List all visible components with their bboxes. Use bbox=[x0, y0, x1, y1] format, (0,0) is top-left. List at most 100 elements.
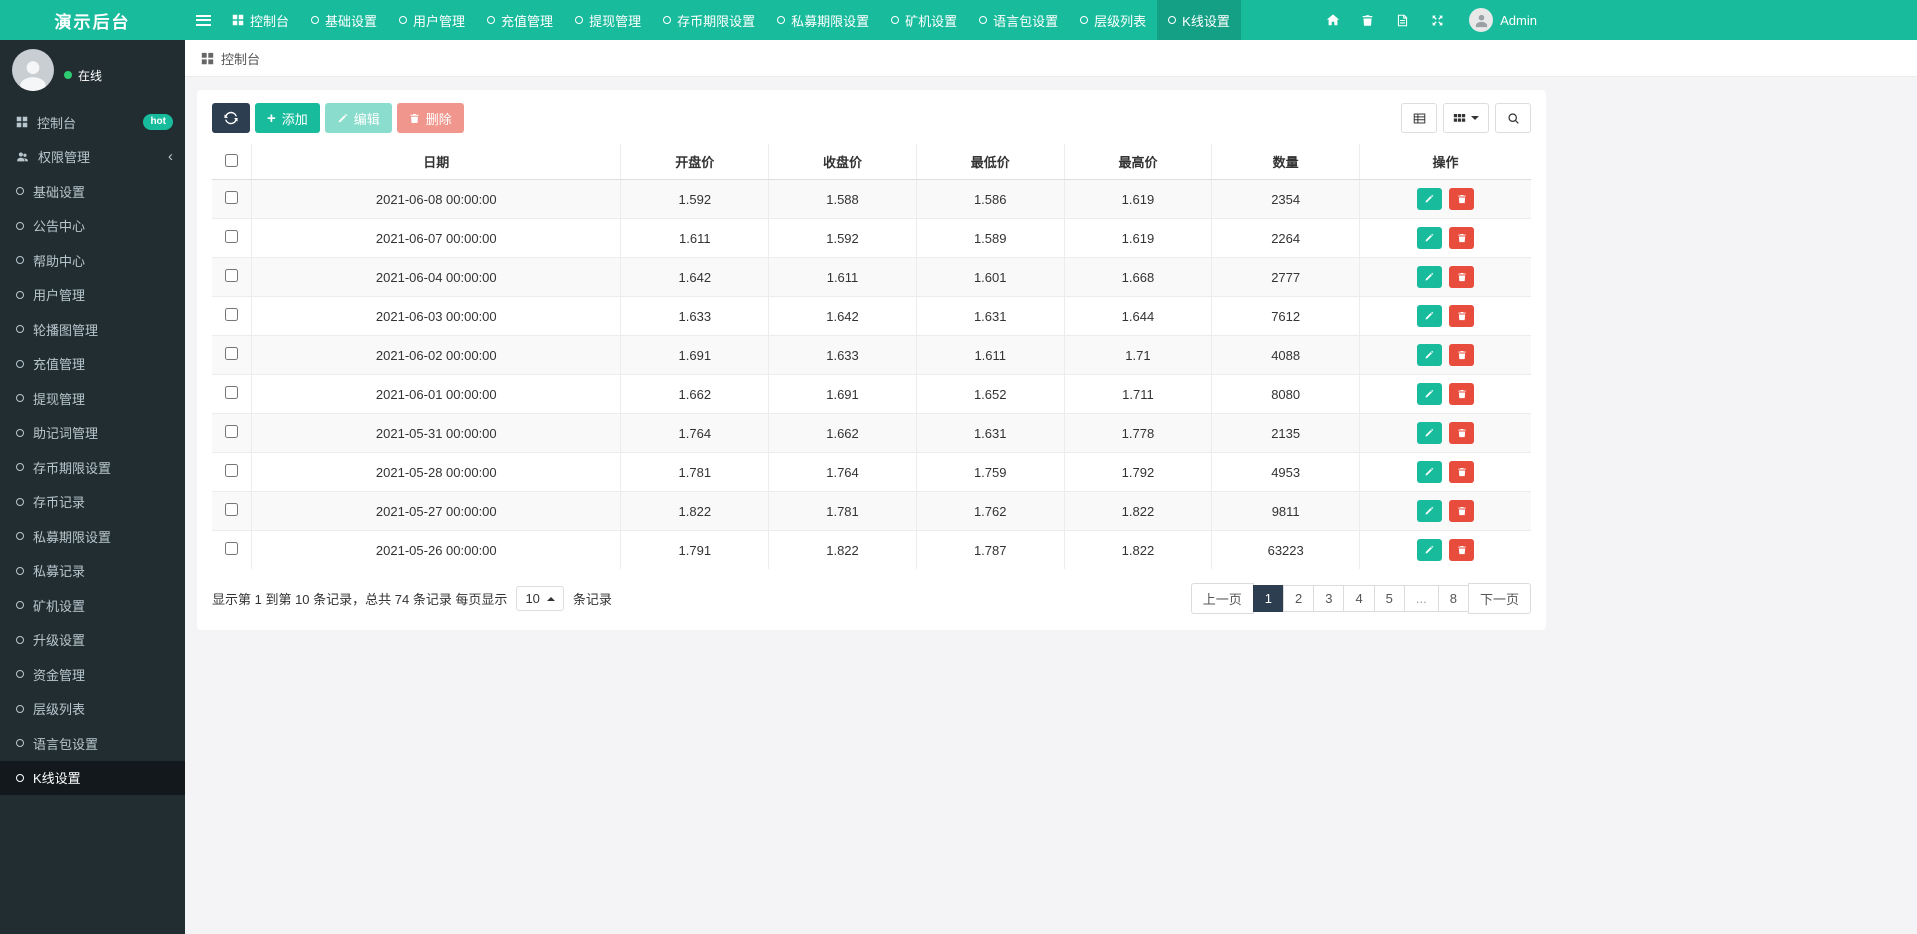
top-nav-item[interactable]: 矿机设置 bbox=[880, 0, 968, 40]
column-header[interactable]: 数量 bbox=[1211, 143, 1361, 180]
user-menu[interactable]: Admin bbox=[1455, 0, 1551, 40]
row-delete-button[interactable] bbox=[1449, 422, 1475, 444]
sidebar-menu-item[interactable]: 矿机设置 bbox=[0, 588, 185, 623]
pagination-page-button[interactable]: 1 bbox=[1252, 585, 1284, 612]
fullscreen-button[interactable] bbox=[1420, 0, 1455, 40]
row-checkbox[interactable] bbox=[225, 386, 239, 399]
row-checkbox[interactable] bbox=[225, 191, 239, 204]
row-checkbox[interactable] bbox=[225, 308, 239, 321]
row-checkbox[interactable] bbox=[225, 230, 239, 243]
sidebar-menu-item[interactable]: 轮播图管理 bbox=[0, 312, 185, 347]
home-button[interactable] bbox=[1315, 0, 1350, 40]
row-delete-button[interactable] bbox=[1449, 461, 1475, 483]
refresh-button[interactable] bbox=[212, 103, 250, 133]
pagination-page-button[interactable]: 5 bbox=[1373, 585, 1405, 612]
toggle-view-button[interactable] bbox=[1401, 103, 1437, 133]
top-nav-item[interactable]: 用户管理 bbox=[388, 0, 476, 40]
sidebar-menu-item[interactable]: 充值管理 bbox=[0, 347, 185, 382]
search-button[interactable] bbox=[1495, 103, 1531, 133]
row-checkbox[interactable] bbox=[225, 269, 239, 282]
row-edit-button[interactable] bbox=[1416, 344, 1442, 366]
pagination-prev-button[interactable]: 上一页 bbox=[1190, 583, 1254, 614]
sidebar-menu-item[interactable]: 基础设置 bbox=[0, 174, 185, 209]
sidebar-menu-item[interactable]: 升级设置 bbox=[0, 623, 185, 658]
cell-date: 2021-05-28 00:00:00 bbox=[251, 452, 622, 492]
sidebar-menu-item[interactable]: 层级列表 bbox=[0, 692, 185, 727]
row-edit-button[interactable] bbox=[1416, 539, 1442, 561]
sidebar-menu-item[interactable]: 存币期限设置 bbox=[0, 450, 185, 485]
edit-button[interactable]: 编辑 bbox=[324, 103, 392, 133]
column-header[interactable]: 最低价 bbox=[915, 143, 1065, 180]
column-header[interactable]: 操作 bbox=[1359, 143, 1532, 180]
sidebar-menu-item[interactable]: 存币记录 bbox=[0, 485, 185, 520]
sidebar-item-label: 助记词管理 bbox=[33, 426, 99, 442]
top-nav-item[interactable]: 充值管理 bbox=[476, 0, 564, 40]
row-edit-button[interactable] bbox=[1416, 227, 1442, 249]
sidebar-menu-item[interactable]: 帮助中心 bbox=[0, 243, 185, 278]
top-nav-item[interactable]: 提现管理 bbox=[564, 0, 652, 40]
sidebar-menu-item[interactable]: 控制台 hot bbox=[0, 105, 185, 140]
row-delete-button[interactable] bbox=[1449, 539, 1475, 561]
pagination-page-button[interactable]: 8 bbox=[1437, 585, 1469, 612]
top-nav-item[interactable]: 私募期限设置 bbox=[766, 0, 880, 40]
sidebar-menu-item[interactable]: 权限管理 ‹ bbox=[0, 140, 185, 175]
sidebar-menu-item[interactable]: 助记词管理 bbox=[0, 416, 185, 451]
columns-button[interactable] bbox=[1443, 103, 1489, 133]
row-edit-button[interactable] bbox=[1416, 188, 1442, 210]
sidebar-menu-item[interactable]: 资金管理 bbox=[0, 657, 185, 692]
sidebar-menu-item[interactable]: 私募期限设置 bbox=[0, 519, 185, 554]
row-delete-button[interactable] bbox=[1449, 500, 1475, 522]
page-size-select[interactable]: 10 bbox=[516, 586, 564, 611]
sidebar-menu-item[interactable]: K线设置 bbox=[0, 760, 185, 795]
sidebar-toggle-button[interactable] bbox=[185, 0, 221, 40]
top-nav-item[interactable]: K线设置 bbox=[1157, 0, 1241, 40]
pagination-page-button[interactable]: 3 bbox=[1313, 585, 1345, 612]
pagination-page-button[interactable]: 2 bbox=[1282, 585, 1315, 612]
sidebar-menu-item[interactable]: 提现管理 bbox=[0, 381, 185, 416]
top-nav-item[interactable]: 基础设置 bbox=[300, 0, 388, 40]
select-all-checkbox[interactable] bbox=[225, 153, 239, 167]
trash-icon bbox=[1458, 506, 1466, 516]
top-nav-item[interactable]: 控制台 bbox=[221, 0, 300, 40]
row-checkbox[interactable] bbox=[225, 425, 239, 438]
sidebar-menu-item[interactable]: 私募记录 bbox=[0, 554, 185, 589]
top-nav-item[interactable]: 层级列表 bbox=[1069, 0, 1157, 40]
log-button[interactable] bbox=[1385, 0, 1420, 40]
row-checkbox[interactable] bbox=[225, 503, 239, 516]
row-checkbox[interactable] bbox=[225, 464, 239, 477]
column-header[interactable]: 收盘价 bbox=[768, 143, 917, 180]
sidebar-menu-item[interactable]: 公告中心 bbox=[0, 209, 185, 244]
row-edit-button[interactable] bbox=[1416, 383, 1442, 405]
row-edit-button[interactable] bbox=[1416, 422, 1442, 444]
column-header[interactable]: 最高价 bbox=[1063, 143, 1213, 180]
row-delete-button[interactable] bbox=[1449, 188, 1475, 210]
row-delete-button[interactable] bbox=[1449, 266, 1475, 288]
pagination-page-button[interactable]: ... bbox=[1403, 585, 1439, 612]
row-delete-button[interactable] bbox=[1449, 383, 1475, 405]
row-edit-button[interactable] bbox=[1416, 305, 1442, 327]
select-all-cell bbox=[211, 143, 253, 180]
row-checkbox[interactable] bbox=[225, 542, 239, 555]
table-toolbar: + 添加 编辑 删除 bbox=[212, 103, 1531, 133]
top-nav-item-label: 私募期限设置 bbox=[791, 13, 870, 29]
cell-quantity: 8080 bbox=[1211, 374, 1361, 414]
row-delete-button[interactable] bbox=[1449, 305, 1475, 327]
pagination-page-button[interactable]: 4 bbox=[1343, 585, 1375, 612]
row-delete-button[interactable] bbox=[1449, 227, 1475, 249]
top-nav-item[interactable]: 语言包设置 bbox=[968, 0, 1069, 40]
row-checkbox[interactable] bbox=[225, 347, 239, 360]
pagination-next-button[interactable]: 下一页 bbox=[1467, 583, 1531, 614]
column-header[interactable]: 开盘价 bbox=[620, 143, 770, 180]
sidebar-item-label: 存币记录 bbox=[33, 495, 86, 511]
add-button[interactable]: + 添加 bbox=[255, 103, 320, 133]
delete-button[interactable]: 删除 bbox=[396, 103, 464, 133]
column-header[interactable]: 日期 bbox=[251, 143, 622, 180]
row-edit-button[interactable] bbox=[1416, 461, 1442, 483]
top-nav-item[interactable]: 存币期限设置 bbox=[652, 0, 766, 40]
row-edit-button[interactable] bbox=[1416, 266, 1442, 288]
row-delete-button[interactable] bbox=[1449, 344, 1475, 366]
row-edit-button[interactable] bbox=[1416, 500, 1442, 522]
sidebar-menu-item[interactable]: 语言包设置 bbox=[0, 726, 185, 761]
sidebar-menu-item[interactable]: 用户管理 bbox=[0, 278, 185, 313]
clear-cache-button[interactable] bbox=[1350, 0, 1385, 40]
